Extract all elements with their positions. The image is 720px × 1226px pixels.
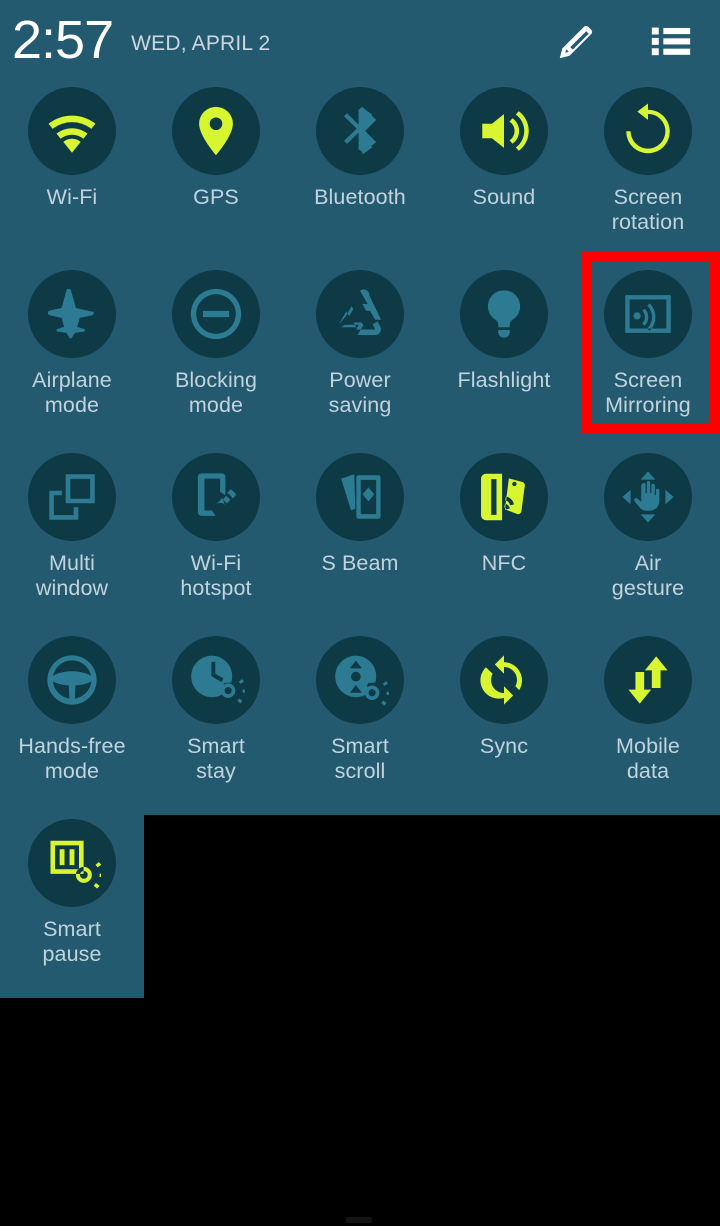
toggle-label: Screen rotation [611,185,685,234]
recycle-icon[interactable] [316,270,404,358]
toggle-label: Air gesture [611,551,685,600]
toggle-air-gesture[interactable]: Air gesture [576,446,720,629]
toggle-label: Sound [472,185,536,209]
toggle-screen-rotation[interactable]: Screen rotation [576,80,720,263]
sync-icon[interactable] [460,636,548,724]
toggle-label: Screen Mirroring [605,368,691,417]
toggle-power-saving[interactable]: Power saving [288,263,432,446]
toggle-mobile-data[interactable]: Mobile data [576,629,720,812]
air-gesture-icon[interactable] [604,453,692,541]
toggle-label: Smart stay [187,734,245,783]
toggle-flashlight[interactable]: Flashlight [432,263,576,446]
toggle-label: Sync [479,734,529,758]
toggle-multi-window[interactable]: Multi window [0,446,144,629]
toggle-label: Flashlight [457,368,551,392]
toggle-nfc[interactable]: NFC [432,446,576,629]
hotspot-icon[interactable] [172,453,260,541]
android-quick-settings-screen: 2:57 WED, APRIL 2 Wi-Fi GPS Bluetooth So… [0,0,720,1226]
toggle-label: Multi window [35,551,109,600]
toggle-sync[interactable]: Sync [432,629,576,812]
lightbulb-icon[interactable] [460,270,548,358]
toggle-airplane-mode[interactable]: Airplane mode [0,263,144,446]
toggle-label: Wi-Fi hotspot [180,551,252,600]
clock-time: 2:57 [12,10,114,70]
toggle-label: Bluetooth [314,185,406,209]
toggle-s-beam[interactable]: S Beam [288,446,432,629]
pencil-icon[interactable] [554,18,600,64]
status-bar-actions [554,18,694,64]
toggle-label: Wi-Fi [46,185,98,209]
quick-toggle-grid: Wi-Fi GPS Bluetooth Sound Screen rotation Air… [0,80,720,995]
toggle-bluetooth[interactable]: Bluetooth [288,80,432,263]
toggle-screen-mirroring[interactable]: Screen Mirroring [576,263,720,446]
toggle-smart-scroll[interactable]: Smart scroll [288,629,432,812]
quick-settings-panel: 2:57 WED, APRIL 2 Wi-Fi GPS Bluetooth So… [0,0,720,998]
toggle-label: Mobile data [616,734,680,783]
mobile-data-icon[interactable] [604,636,692,724]
airplane-icon[interactable] [28,270,116,358]
s-beam-icon[interactable] [316,453,404,541]
date-label: WED, APRIL 2 [131,32,271,55]
toggle-smart-pause[interactable]: Smart pause [0,812,144,995]
notification-area-empty [0,998,720,1226]
toggle-label: Power saving [328,368,392,417]
screen-mirror-icon[interactable] [604,270,692,358]
status-bar: 2:57 WED, APRIL 2 [0,0,720,80]
toggle-sound[interactable]: Sound [432,80,576,263]
smart-pause-icon[interactable] [28,819,116,907]
toggle-wifi[interactable]: Wi-Fi [0,80,144,263]
steering-wheel-icon[interactable] [28,636,116,724]
toggle-label: Blocking mode [174,368,258,417]
toggle-hands-free-mode[interactable]: Hands-free mode [0,629,144,812]
smart-stay-icon[interactable] [172,636,260,724]
toggle-label: S Beam [321,551,399,575]
toggle-label: NFC [481,551,527,575]
location-pin-icon[interactable] [172,87,260,175]
speaker-icon[interactable] [460,87,548,175]
navigation-hint-bar [346,1217,372,1223]
toggle-label: GPS [193,185,239,209]
multi-window-icon[interactable] [28,453,116,541]
list-view-icon[interactable] [648,18,694,64]
toggle-gps[interactable]: GPS [144,80,288,263]
smart-scroll-icon[interactable] [316,636,404,724]
block-circle-icon[interactable] [172,270,260,358]
toggle-smart-stay[interactable]: Smart stay [144,629,288,812]
toggle-label: Smart pause [42,917,102,966]
bluetooth-icon[interactable] [316,87,404,175]
toggle-label: Airplane mode [32,368,112,417]
wifi-icon[interactable] [28,87,116,175]
toggle-blocking-mode[interactable]: Blocking mode [144,263,288,446]
toggle-wifi-hotspot[interactable]: Wi-Fi hotspot [144,446,288,629]
rotate-icon[interactable] [604,87,692,175]
toggle-label: Smart scroll [331,734,389,783]
nfc-icon[interactable] [460,453,548,541]
toggle-label: Hands-free mode [18,734,126,783]
